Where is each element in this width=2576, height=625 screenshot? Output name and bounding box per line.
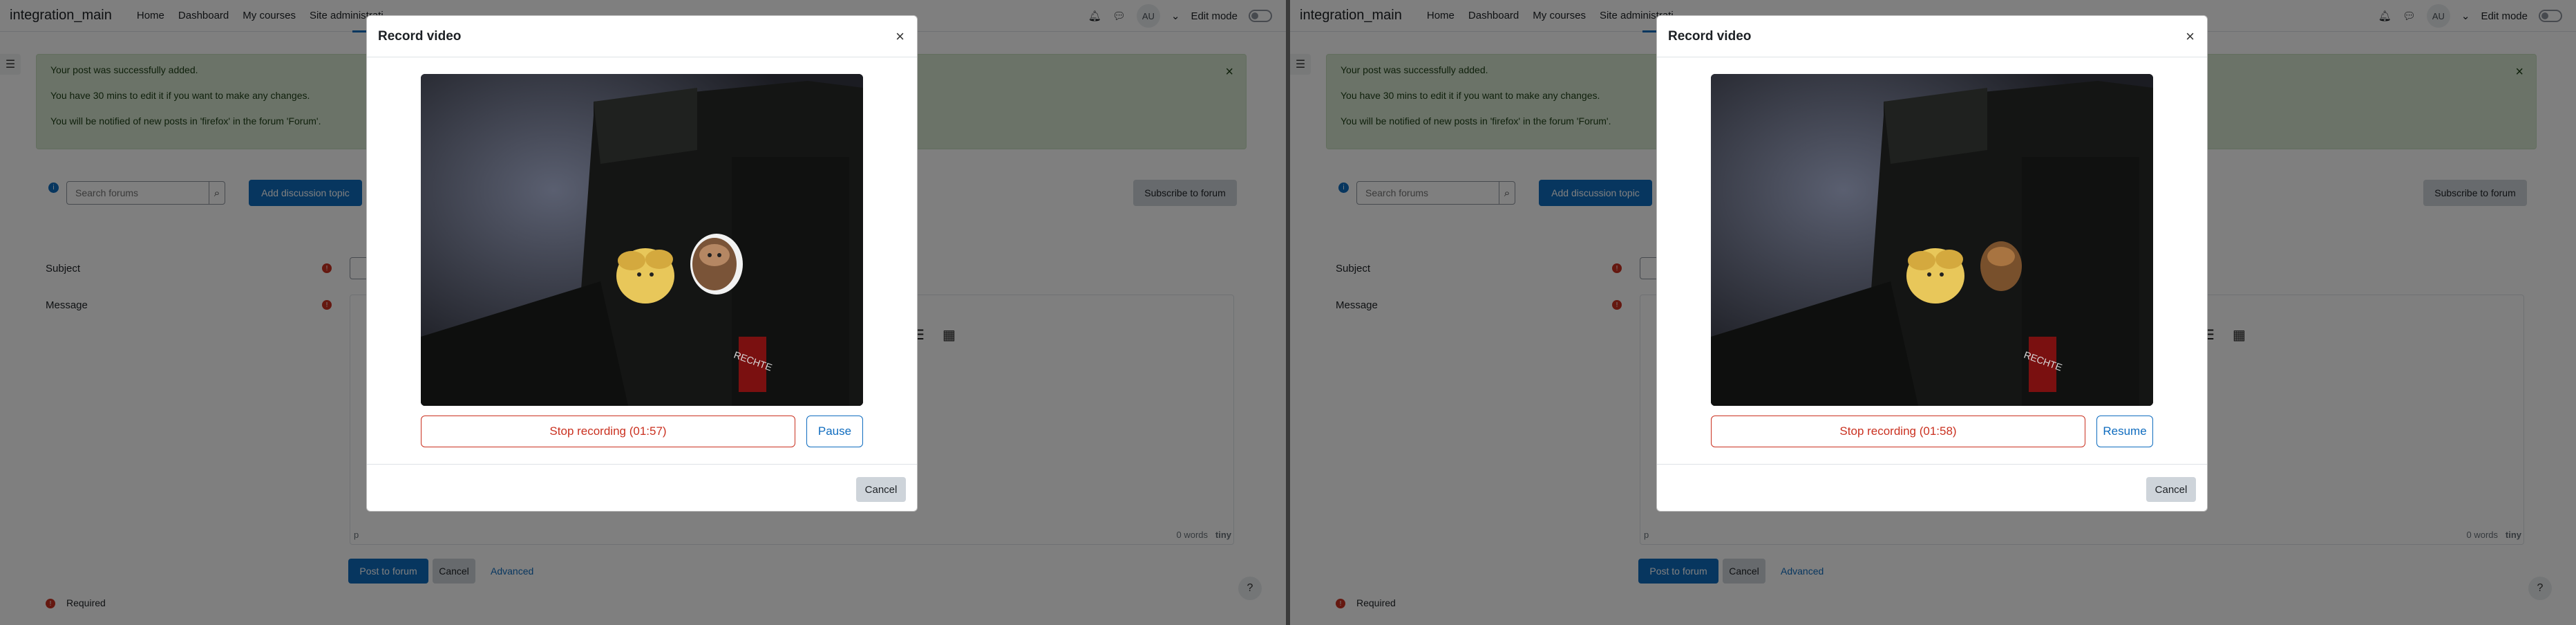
modal-cancel-button[interactable]: Cancel bbox=[856, 477, 906, 502]
record-video-modal: Record video × RECHTE Stop recording (01… bbox=[1656, 15, 2208, 512]
video-preview: RECHTE bbox=[421, 74, 863, 406]
modal-cancel-button[interactable]: Cancel bbox=[2146, 477, 2196, 502]
resume-button[interactable]: Resume bbox=[2096, 416, 2153, 447]
modal-header: Record video × bbox=[367, 16, 917, 57]
camera-feed-image: RECHTE bbox=[1711, 74, 2153, 406]
screen: integration_main Home Dashboard My cours… bbox=[0, 0, 2576, 625]
browser-pane-right: integration_main Home Dashboard My cours… bbox=[1290, 0, 2576, 625]
modal-title: Record video bbox=[1668, 28, 1752, 44]
record-video-modal: Record video × RECHTE Stop recording (01… bbox=[366, 15, 918, 512]
close-icon[interactable]: × bbox=[2186, 28, 2195, 46]
camera-feed-image: RECHTE bbox=[421, 74, 863, 406]
video-preview: RECHTE bbox=[1711, 74, 2153, 406]
close-icon[interactable]: × bbox=[896, 28, 905, 46]
modal-header: Record video × bbox=[1657, 16, 2207, 57]
browser-pane-left: integration_main Home Dashboard My cours… bbox=[0, 0, 1286, 625]
modal-title: Record video bbox=[378, 28, 462, 44]
modal-footer: Cancel bbox=[1657, 464, 2207, 512]
stop-recording-button[interactable]: Stop recording (01:57) bbox=[421, 416, 795, 447]
pause-button[interactable]: Pause bbox=[806, 416, 863, 447]
modal-footer: Cancel bbox=[367, 464, 917, 512]
stop-recording-button[interactable]: Stop recording (01:58) bbox=[1711, 416, 2085, 447]
